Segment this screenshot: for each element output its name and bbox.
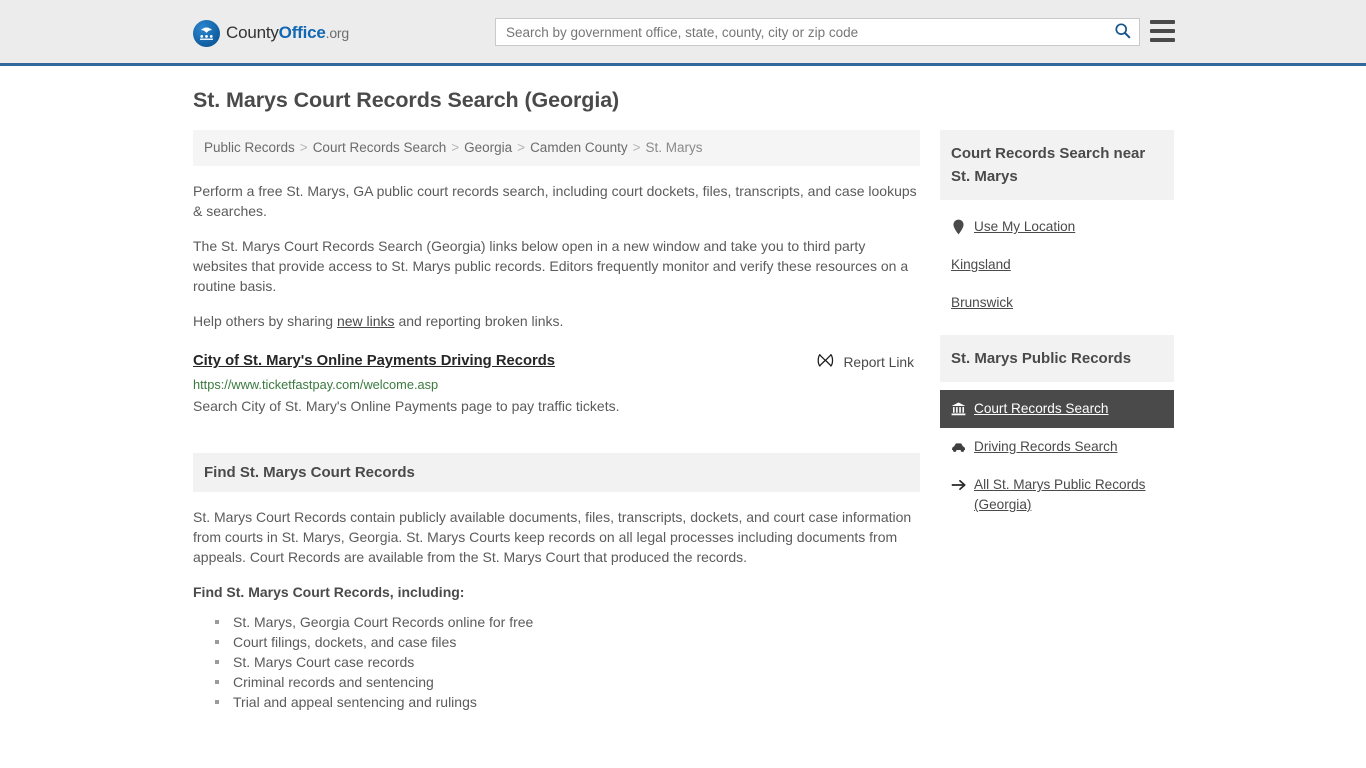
- arrow-right-icon: [951, 476, 966, 494]
- public-records-panel: St. Marys Public Records Court Records S…: [940, 335, 1174, 524]
- sidebar-item-driving-records-search[interactable]: Driving Records Search: [940, 428, 1174, 466]
- breadcrumb-separator: >: [517, 140, 526, 155]
- hamburger-menu-icon[interactable]: [1150, 20, 1175, 42]
- page-title: St. Marys Court Records Search (Georgia): [193, 88, 620, 112]
- sidebar-item-court-records-search[interactable]: Court Records Search: [940, 390, 1174, 428]
- sidebar-link-label[interactable]: Court Records Search: [974, 399, 1108, 419]
- list-item: Court filings, dockets, and case files: [215, 632, 920, 652]
- page-container: St. Marys Court Records Search (Georgia)…: [0, 66, 1366, 768]
- hamburger-bar-3: [1150, 38, 1175, 42]
- breadcrumb-item-public-records[interactable]: Public Records: [204, 140, 295, 155]
- breadcrumb: Public Records > Court Records Search > Geor…: [193, 130, 920, 166]
- breadcrumb-separator: >: [451, 140, 460, 155]
- find-records-heading: Find St. Marys Court Records: [193, 453, 920, 492]
- search-input[interactable]: [496, 19, 1105, 45]
- list-item: Trial and appeal sentencing and rulings: [215, 692, 920, 712]
- search-icon: [1114, 22, 1131, 42]
- find-records-section: Find St. Marys Court Records St. Marys C…: [193, 453, 920, 712]
- content-area: St. Marys Court Records Search (Georgia)…: [193, 88, 1174, 712]
- report-link-button[interactable]: Report Link: [817, 353, 920, 371]
- logo-text-office: Office: [278, 23, 326, 42]
- car-icon: [951, 438, 966, 456]
- map-pin-icon: [951, 218, 966, 236]
- intro-paragraph-3: Help others by sharing new links and rep…: [193, 311, 920, 331]
- main-column: Public Records > Court Records Search > Geor…: [193, 130, 920, 712]
- result-url: https://www.ticketfastpay.com/welcome.as…: [193, 377, 439, 392]
- list-item: Criminal records and sentencing: [215, 672, 920, 692]
- breadcrumb-separator: >: [632, 140, 641, 155]
- result-description: Search City of St. Mary's Online Payment…: [193, 398, 620, 414]
- intro-paragraph-2: The St. Marys Court Records Search (Geor…: [193, 238, 909, 294]
- list-item: St. Marys, Georgia Court Records online …: [215, 612, 920, 632]
- find-records-list-lead: Find St. Marys Court Records, including:: [193, 584, 465, 600]
- search-button[interactable]: [1105, 19, 1139, 45]
- sidebar-link-label[interactable]: Kingsland: [951, 255, 1011, 275]
- courthouse-icon: [951, 400, 966, 418]
- public-records-panel-links: Court Records Search Driving Records Sea…: [940, 382, 1174, 524]
- search-bar[interactable]: [495, 18, 1140, 46]
- sidebar-link-label[interactable]: Brunswick: [951, 293, 1013, 313]
- sidebar-link-label[interactable]: All St. Marys Public Records (Georgia): [974, 475, 1163, 515]
- breadcrumb-separator: >: [299, 140, 308, 155]
- result-title-link[interactable]: City of St. Mary's Online Payments Drivi…: [193, 353, 555, 369]
- share-text-after: and reporting broken links.: [394, 313, 564, 329]
- report-link-label: Report Link: [843, 354, 914, 370]
- site-header: CountyOffice.org: [0, 0, 1366, 66]
- nearby-panel-heading: Court Records Search near St. Marys: [940, 130, 1174, 200]
- new-links-link[interactable]: new links: [337, 313, 395, 329]
- nearby-panel-links: Use My Location Kingsland Brunswick: [940, 200, 1174, 322]
- intro-paragraph-1: Perform a free St. Marys, GA public cour…: [193, 183, 917, 219]
- find-records-paragraph: St. Marys Court Records contain publicly…: [193, 509, 912, 565]
- logo-text-org: .org: [325, 25, 350, 41]
- header-inner: CountyOffice.org: [0, 0, 1366, 63]
- find-records-list: St. Marys, Georgia Court Records online …: [193, 612, 920, 712]
- list-item: St. Marys Court case records: [215, 652, 920, 672]
- two-column-layout: Public Records > Court Records Search > Geor…: [193, 130, 1174, 712]
- result-header-row: City of St. Mary's Online Payments Drivi…: [193, 353, 920, 371]
- hamburger-bar-1: [1150, 20, 1175, 24]
- logo-text-county: County: [226, 23, 279, 42]
- broken-link-icon: [817, 353, 834, 371]
- share-text-before: Help others by sharing: [193, 313, 337, 329]
- breadcrumb-item-camden-county[interactable]: Camden County: [530, 140, 628, 155]
- result-item: City of St. Mary's Online Payments Drivi…: [193, 353, 920, 416]
- hamburger-bar-2: [1150, 29, 1175, 33]
- sidebar-item-kingsland[interactable]: Kingsland: [940, 246, 1174, 284]
- logo-text: CountyOffice.org: [226, 23, 349, 43]
- sidebar-item-all-public-records[interactable]: All St. Marys Public Records (Georgia): [940, 466, 1174, 524]
- site-logo[interactable]: CountyOffice.org: [193, 19, 349, 47]
- sidebar-link-label[interactable]: Use My Location: [974, 217, 1075, 237]
- find-records-body: St. Marys Court Records contain publicly…: [193, 492, 920, 712]
- sidebar-item-brunswick[interactable]: Brunswick: [940, 284, 1174, 322]
- nearby-panel: Court Records Search near St. Marys Use …: [940, 130, 1174, 322]
- public-records-panel-heading: St. Marys Public Records: [940, 335, 1174, 382]
- sidebar: Court Records Search near St. Marys Use …: [940, 130, 1174, 537]
- eagle-seal-icon: [193, 19, 220, 47]
- sidebar-item-use-my-location[interactable]: Use My Location: [940, 208, 1174, 246]
- sidebar-link-label[interactable]: Driving Records Search: [974, 437, 1118, 457]
- breadcrumb-item-court-records-search[interactable]: Court Records Search: [313, 140, 447, 155]
- breadcrumb-item-georgia[interactable]: Georgia: [464, 140, 512, 155]
- breadcrumb-item-st-marys: St. Marys: [645, 140, 703, 155]
